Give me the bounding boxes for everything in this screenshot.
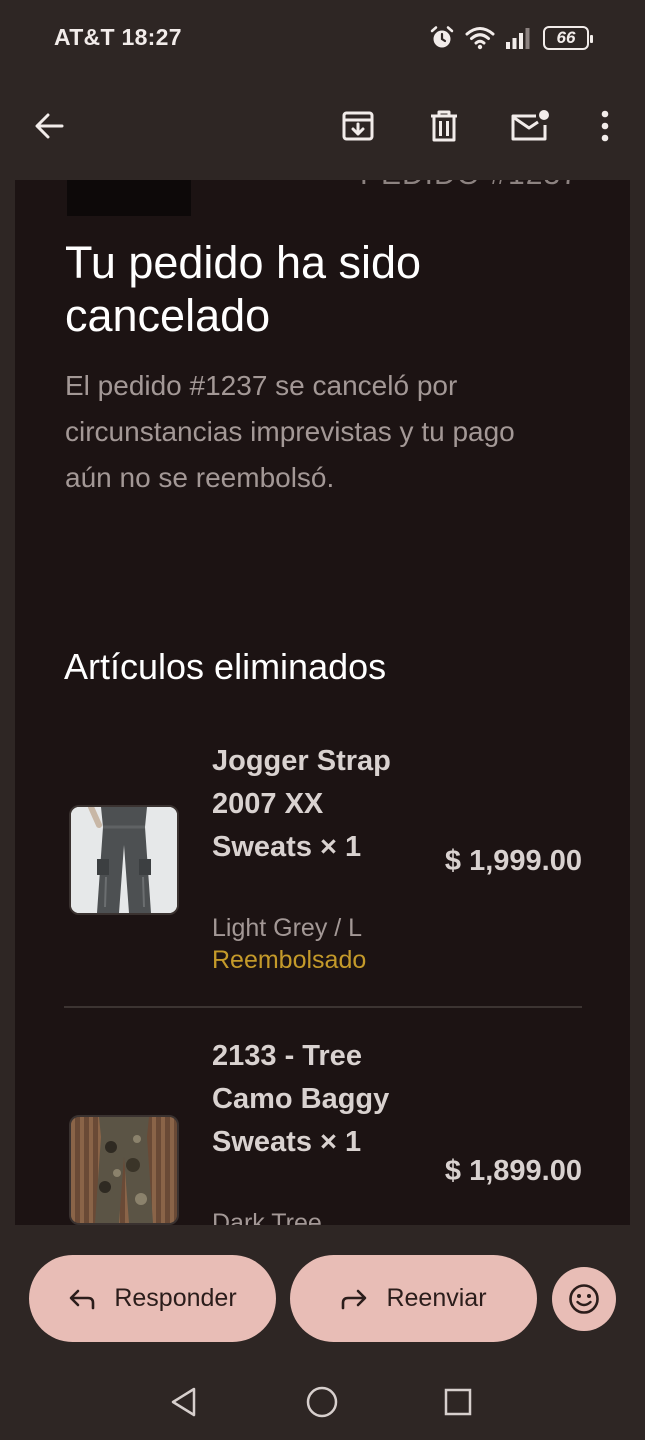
emoji-reaction-button[interactable] [552,1267,616,1331]
mail-unread-icon [511,110,549,141]
divider [64,1006,582,1008]
email-title: Tu pedido ha sido cancelado [65,237,422,341]
battery-indicator: 66 [543,26,593,50]
trash-icon [431,110,457,142]
list-item: 2133 - Tree Camo Baggy Sweats × 1 Dark T… [64,1035,582,1225]
email-body[interactable]: PEDIDO #1237 Tu pedido ha sido cancelado… [15,180,630,1225]
archive-button[interactable] [330,98,386,154]
product-variant: Light Grey / L [212,914,363,942]
system-nav-bar [0,1360,645,1440]
action-bar: Responder Reenviar [0,1225,645,1360]
product-name: Jogger Strap 2007 XX Sweats × 1 [212,745,391,863]
product-price: $ 1,899.00 [444,1155,582,1187]
list-item: Jogger Strap 2007 XX Sweats × 1 Light Gr… [64,740,582,990]
forward-button[interactable]: Reenviar [290,1255,537,1342]
product-price: $ 1,999.00 [444,845,582,877]
product-image [69,1115,179,1225]
carrier-time: AT&T 18:27 [54,24,182,50]
more-options-button[interactable] [577,98,633,154]
refund-status: Reembolsado [212,946,367,974]
store-logo [67,180,191,216]
forward-icon [342,1289,367,1309]
arrow-left-icon [35,113,64,139]
mark-unread-button[interactable] [502,98,558,154]
reply-icon [70,1289,95,1309]
circle-home-icon [306,1386,338,1418]
section-title: Artículos eliminados [64,646,387,687]
alarm-icon [430,26,454,48]
smiley-icon [569,1284,599,1314]
nav-home-button[interactable] [302,1382,342,1422]
product-variant: Dark Tree [212,1209,322,1225]
delete-button[interactable] [416,98,472,154]
order-reference: PEDIDO #1237 [360,180,579,192]
product-name: 2133 - Tree Camo Baggy Sweats × 1 [212,1040,390,1158]
forward-label: Reenviar [386,1284,487,1312]
reply-button[interactable]: Responder [29,1255,276,1342]
more-vert-icon [601,110,609,142]
status-bar: AT&T 18:27 66 [0,0,645,76]
back-button[interactable] [21,98,77,154]
wifi-icon [465,27,495,50]
triangle-back-icon [171,1387,196,1417]
archive-icon [342,111,374,141]
signal-icon [506,28,530,49]
reply-label: Responder [114,1284,237,1312]
product-image [69,805,179,915]
nav-recents-button[interactable] [438,1382,478,1422]
nav-back-button[interactable] [164,1382,204,1422]
email-description: El pedido #1237 se canceló por circunsta… [65,370,515,493]
status-icons: 66 [429,22,593,54]
app-bar [0,76,645,180]
square-recents-icon [444,1388,472,1416]
